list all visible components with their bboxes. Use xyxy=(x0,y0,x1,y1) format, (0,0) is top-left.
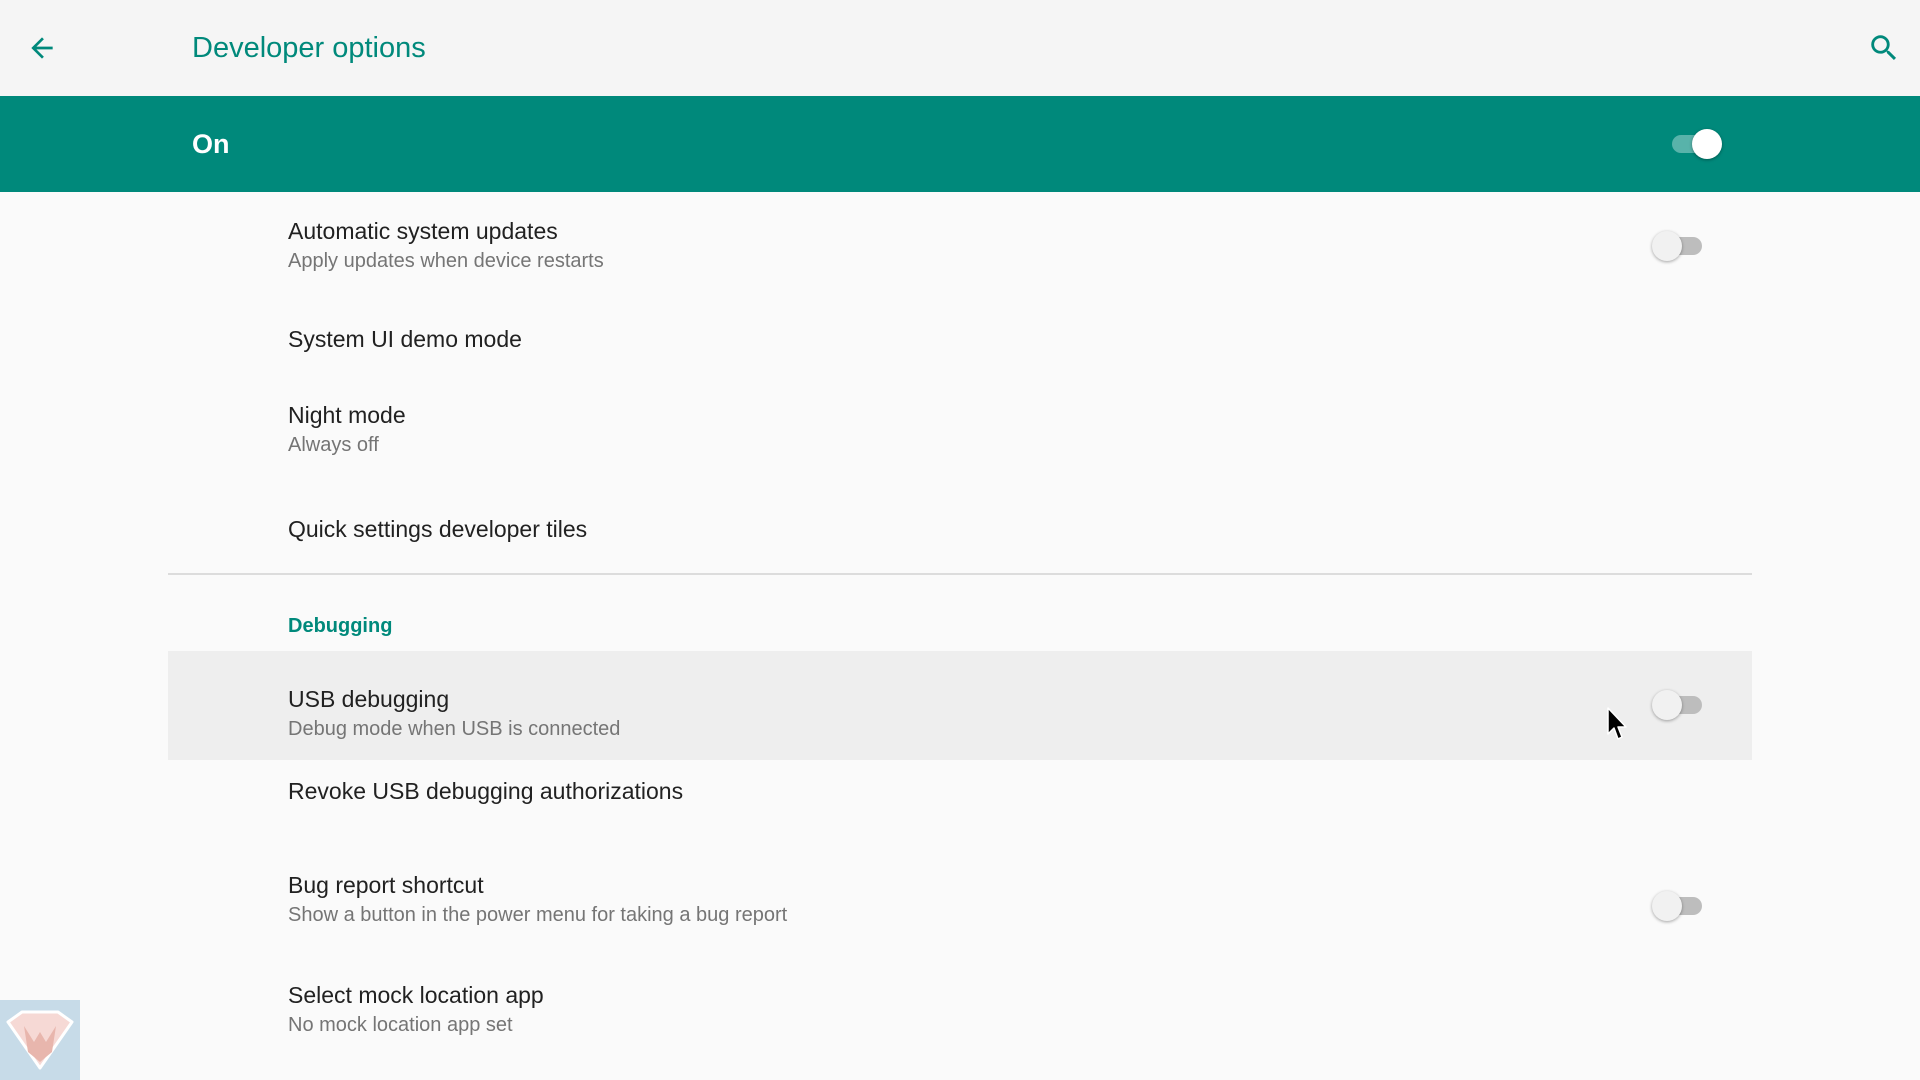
search-icon xyxy=(1871,35,1897,61)
setting-title: Automatic system updates xyxy=(288,218,558,244)
setting-title: Revoke USB debugging authorizations xyxy=(288,778,684,804)
toggle-thumb xyxy=(1652,231,1682,261)
setting-title: USB debugging xyxy=(288,686,450,712)
setting-night-mode[interactable]: Night mode Always off xyxy=(168,382,1752,492)
master-switch-label: On xyxy=(192,129,230,159)
setting-title: Night mode xyxy=(288,402,406,428)
setting-select-mock-location-app[interactable]: Select mock location app No mock locatio… xyxy=(168,950,1752,1060)
setting-title: Select mock location app xyxy=(288,982,544,1008)
setting-summary: Debug mode when USB is connected xyxy=(288,718,621,740)
setting-title: Quick settings developer tiles xyxy=(288,516,588,542)
toggle-thumb xyxy=(1652,891,1682,921)
setting-summary: Show a button in the power menu for taki… xyxy=(288,904,788,926)
master-switch-bar[interactable]: On xyxy=(0,96,1920,192)
setting-revoke-usb-debugging[interactable]: Revoke USB debugging authorizations xyxy=(168,760,1752,840)
setting-bug-report-shortcut[interactable]: Bug report shortcut Show a button in the… xyxy=(168,840,1752,950)
page-title: Developer options xyxy=(192,32,426,64)
usb-debugging-toggle[interactable] xyxy=(1652,687,1704,723)
back-button[interactable] xyxy=(18,24,66,72)
setting-summary: Always off xyxy=(288,434,379,456)
app-bar: Developer options xyxy=(0,0,1920,96)
toggle-thumb xyxy=(1652,690,1682,720)
setting-usb-debugging[interactable]: USB debugging Debug mode when USB is con… xyxy=(168,651,1752,760)
setting-title: Bug report shortcut xyxy=(288,872,484,898)
corner-logo xyxy=(0,1000,80,1080)
arrow-back-icon xyxy=(31,37,53,59)
toggle-thumb xyxy=(1692,129,1722,159)
setting-summary: No mock location app set xyxy=(288,1014,513,1036)
setting-quick-settings-developer-tiles[interactable]: Quick settings developer tiles xyxy=(168,492,1752,572)
search-button[interactable] xyxy=(1860,24,1908,72)
master-toggle[interactable] xyxy=(1670,126,1722,162)
setting-system-ui-demo-mode[interactable]: System UI demo mode xyxy=(168,302,1752,382)
mouse-cursor-icon xyxy=(1607,707,1627,740)
section-divider xyxy=(168,573,1752,575)
setting-automatic-system-updates[interactable]: Automatic system updates Apply updates w… xyxy=(168,192,1752,302)
category-header-debugging: Debugging xyxy=(288,615,393,637)
automatic-updates-toggle[interactable] xyxy=(1652,228,1704,264)
setting-title: System UI demo mode xyxy=(288,326,522,352)
setting-summary: Apply updates when device restarts xyxy=(288,250,604,272)
shield-logo-icon xyxy=(6,1010,74,1070)
bug-report-shortcut-toggle[interactable] xyxy=(1652,888,1704,924)
